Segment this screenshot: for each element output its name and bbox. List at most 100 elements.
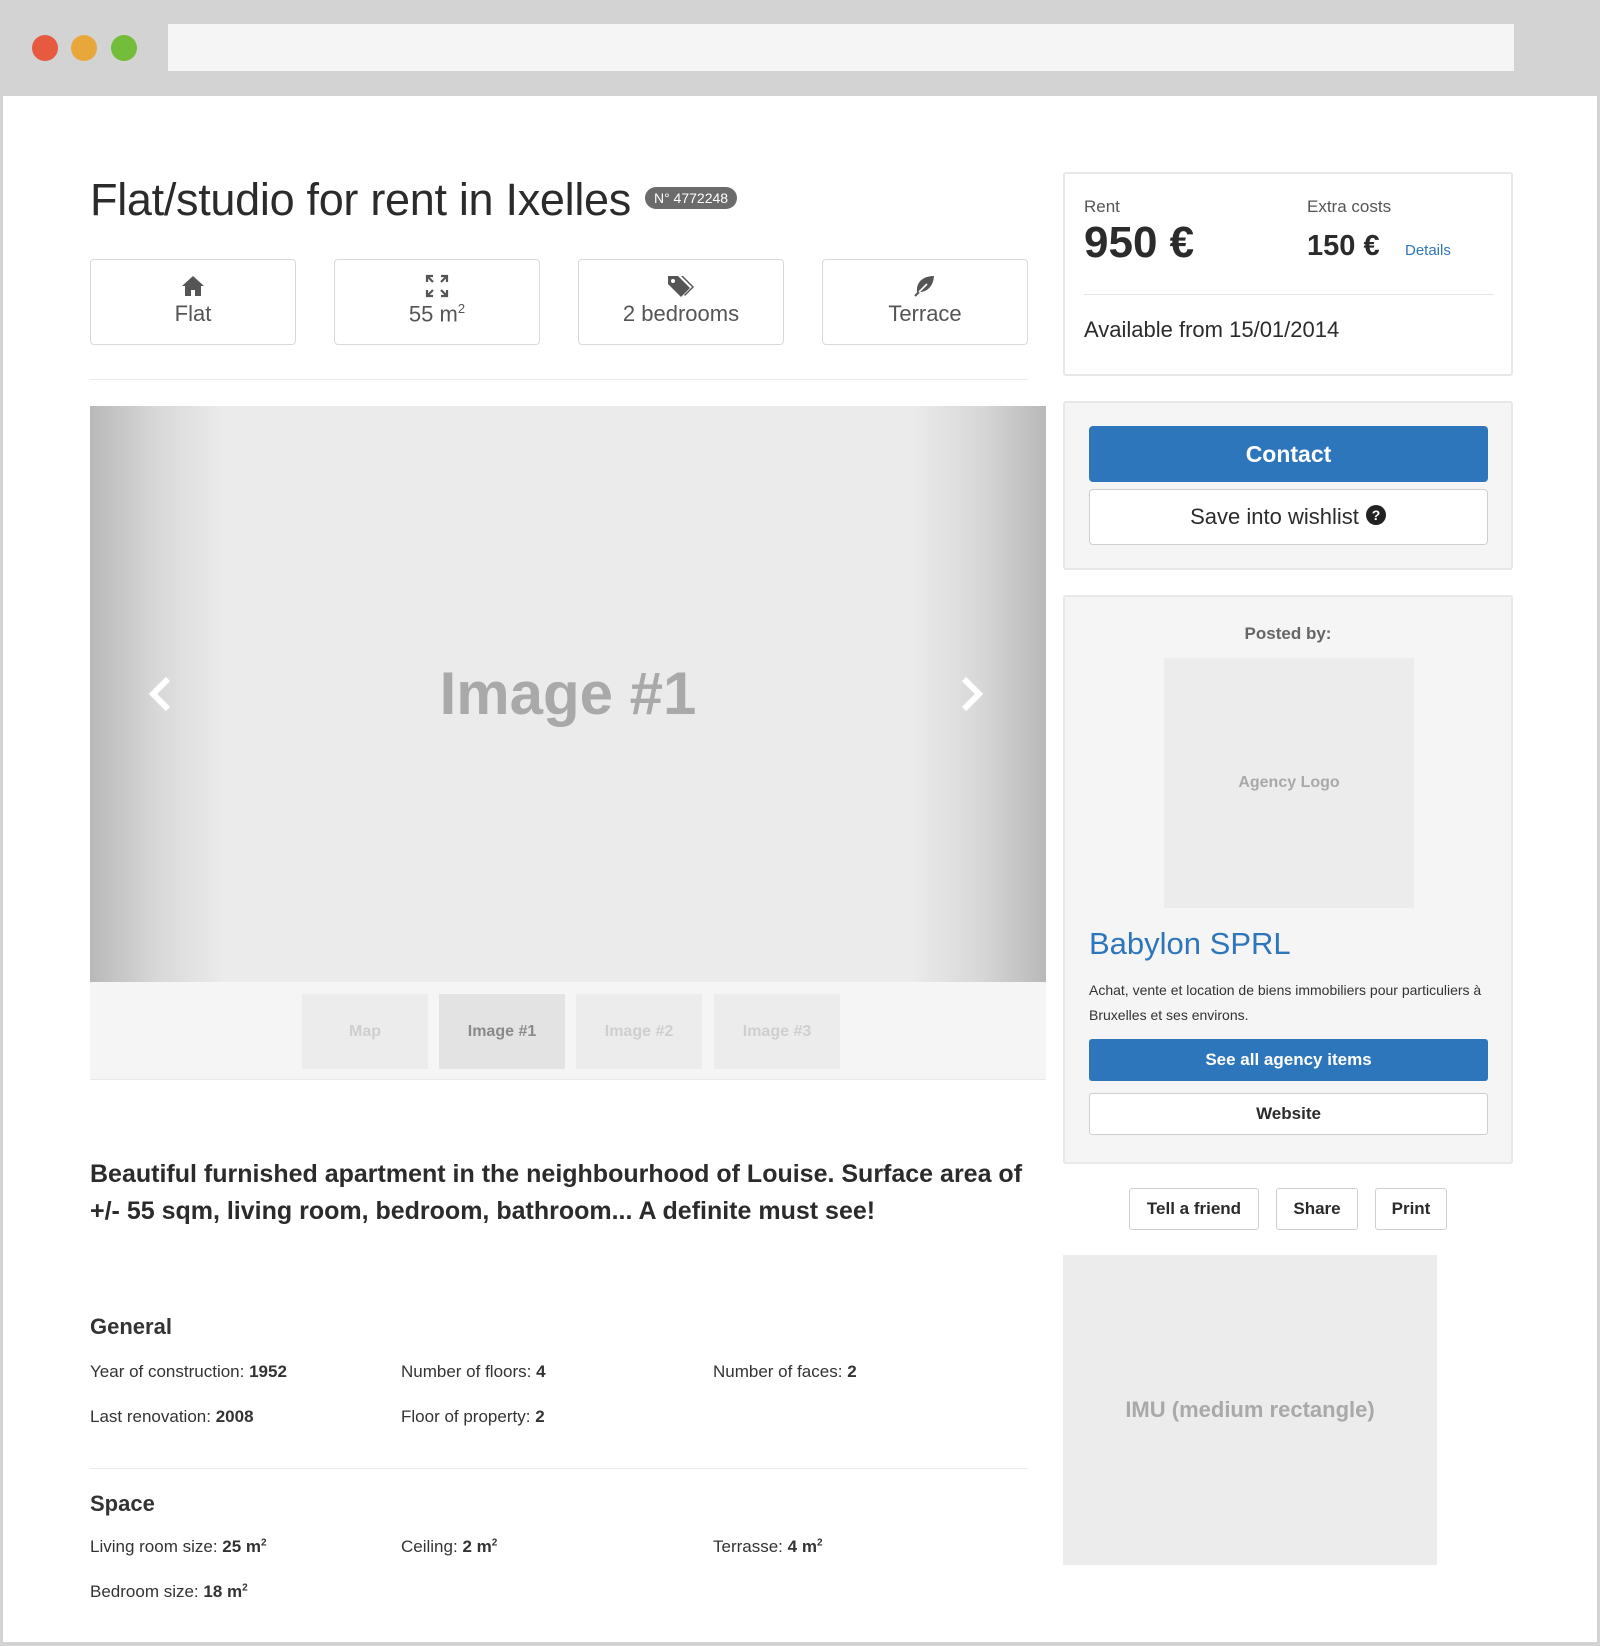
agency-website-button[interactable]: Website — [1089, 1093, 1488, 1135]
svg-text:?: ? — [1372, 507, 1381, 523]
property-value: 25 m2 — [222, 1537, 266, 1556]
posted-by-label: Posted by: — [1244, 624, 1332, 643]
leaf-icon — [914, 276, 934, 297]
tags-icon — [668, 276, 694, 297]
thumbnail-image-2[interactable]: Image #2 — [576, 994, 702, 1069]
listing-page: Flat/studio for rent in Ixelles N° 477224… — [3, 96, 1597, 1642]
listing-title: Flat/studio for rent in Ixelles — [90, 174, 631, 225]
property-bedroom-size: Bedroom size: 18 m2 — [90, 1582, 248, 1602]
details-link[interactable]: Details — [1405, 242, 1451, 259]
feature-type: Flat — [90, 259, 296, 345]
price-panel: Rent Extra costs 950 € 150 € Details Ava… — [1063, 172, 1513, 376]
thumbnail-image-1[interactable]: Image #1 — [439, 994, 565, 1069]
chevron-left-icon — [148, 676, 171, 712]
save-wishlist-label: Save into wishlist — [1190, 504, 1359, 529]
property-value: 4 m2 — [788, 1537, 823, 1556]
carousel-next-button[interactable] — [950, 674, 990, 714]
see-all-agency-items-button[interactable]: See all agency items — [1089, 1039, 1488, 1081]
property-number-of-faces: Number of faces: 2 — [713, 1362, 857, 1382]
contact-button[interactable]: Contact — [1089, 426, 1488, 482]
property-value: 2008 — [215, 1407, 254, 1426]
divider — [1084, 294, 1494, 295]
surface-unit-exponent: 2 — [457, 301, 466, 316]
section-heading-space: Space — [90, 1491, 155, 1516]
property-label: Bedroom size: — [90, 1582, 199, 1601]
property-label: Living room size: — [90, 1537, 218, 1556]
extra-costs-label: Extra costs — [1307, 197, 1392, 216]
print-button[interactable]: Print — [1375, 1188, 1447, 1230]
thumbnail-strip: Map Image #1 Image #2 Image #3 — [90, 982, 1046, 1080]
question-circle-icon[interactable]: ? — [1365, 504, 1387, 526]
share-button[interactable]: Share — [1276, 1188, 1358, 1230]
carousel-image-label: Image #1 — [439, 660, 697, 727]
property-label: Floor of property: — [401, 1407, 531, 1426]
feature-label: Flat — [174, 301, 212, 326]
property-terrasse: Terrasse: 4 m2 — [713, 1537, 823, 1557]
availability-date: Available from 15/01/2014 — [1084, 317, 1340, 342]
chevron-right-icon — [961, 676, 984, 712]
agency-panel: Posted by: Agency Logo Babylon SPRL Acha… — [1063, 595, 1513, 1164]
carousel-prev-button[interactable] — [142, 674, 182, 714]
property-ceiling: Ceiling: 2 m2 — [401, 1537, 497, 1557]
property-value: 2 — [847, 1362, 857, 1381]
property-last-renovation: Last renovation: 2008 — [90, 1407, 254, 1427]
tell-a-friend-button[interactable]: Tell a friend — [1129, 1188, 1259, 1230]
extra-costs-value: 150 € — [1307, 230, 1380, 262]
property-label: Ceiling: — [401, 1537, 458, 1556]
page-title: Flat/studio for rent in Ixelles N° 477224… — [90, 174, 738, 226]
section-heading-general: General — [90, 1314, 172, 1339]
browser-chrome — [0, 0, 1600, 96]
property-floor-of-property: Floor of property: 2 — [401, 1407, 545, 1427]
thumbnail-image-3[interactable]: Image #3 — [714, 994, 840, 1069]
window-close-button[interactable] — [32, 35, 58, 61]
agency-name-link[interactable]: Babylon SPRL — [1089, 926, 1291, 962]
rent-label: Rent — [1084, 197, 1120, 216]
property-label: Terrasse: — [713, 1537, 783, 1556]
feature-surface: 55 m2 — [334, 259, 540, 345]
feature-label: Terrace — [888, 301, 962, 326]
feature-list: Flat 55 m2 2 bedrooms Terrace — [90, 259, 1028, 345]
contact-panel: Contact Save into wishlist? — [1063, 401, 1513, 570]
property-label: Number of floors: — [401, 1362, 532, 1381]
window-maximize-button[interactable] — [111, 35, 137, 61]
listing-description: Beautiful furnished apartment in the nei… — [90, 1160, 1023, 1225]
save-wishlist-button[interactable]: Save into wishlist? — [1089, 489, 1488, 545]
property-number-of-floors: Number of floors: 4 — [401, 1362, 546, 1382]
unit-exponent: 2 — [242, 1582, 248, 1594]
home-icon — [182, 276, 204, 296]
expand-icon — [425, 274, 449, 298]
property-value-number: 18 m — [203, 1582, 243, 1601]
property-year-of-construction: Year of construction: 1952 — [90, 1362, 287, 1382]
property-label: Number of faces: — [713, 1362, 843, 1381]
agency-description: Achat, vente et location de biens immobi… — [1089, 982, 1482, 1023]
property-value: 4 — [536, 1362, 546, 1381]
property-value: 18 m2 — [203, 1582, 247, 1601]
property-label: Year of construction: — [90, 1362, 245, 1381]
property-value-number: 4 m — [787, 1537, 817, 1556]
unit-exponent: 2 — [261, 1537, 267, 1549]
property-value: 2 — [535, 1407, 545, 1426]
divider — [90, 1468, 1028, 1469]
feature-label: 2 bedrooms — [622, 301, 740, 326]
property-value-number: 25 m — [222, 1537, 262, 1556]
feature-bedrooms: 2 bedrooms — [578, 259, 784, 345]
unit-exponent: 2 — [491, 1537, 498, 1549]
property-living-room-size: Living room size: 25 m2 — [90, 1537, 267, 1557]
surface-value: 55 m — [408, 301, 458, 327]
property-label: Last renovation: — [90, 1407, 211, 1426]
unit-exponent: 2 — [816, 1537, 823, 1549]
feature-label: 55 m2 — [335, 301, 539, 327]
address-bar[interactable] — [168, 24, 1514, 71]
property-value-number: 2 m — [462, 1537, 492, 1556]
image-carousel[interactable]: Image #1 — [90, 406, 1046, 982]
thumbnail-map[interactable]: Map — [302, 994, 428, 1069]
window-minimize-button[interactable] — [71, 35, 97, 61]
reference-badge: N° 4772248 — [644, 187, 738, 210]
property-value: 1952 — [249, 1362, 287, 1381]
feature-terrace: Terrace — [822, 259, 1028, 345]
agency-logo: Agency Logo — [1164, 658, 1414, 908]
divider — [90, 379, 1028, 380]
property-value: 2 m2 — [462, 1537, 497, 1556]
rent-value: 950 € — [1084, 218, 1195, 267]
ad-medium-rectangle: IMU (medium rectangle) — [1063, 1255, 1437, 1565]
